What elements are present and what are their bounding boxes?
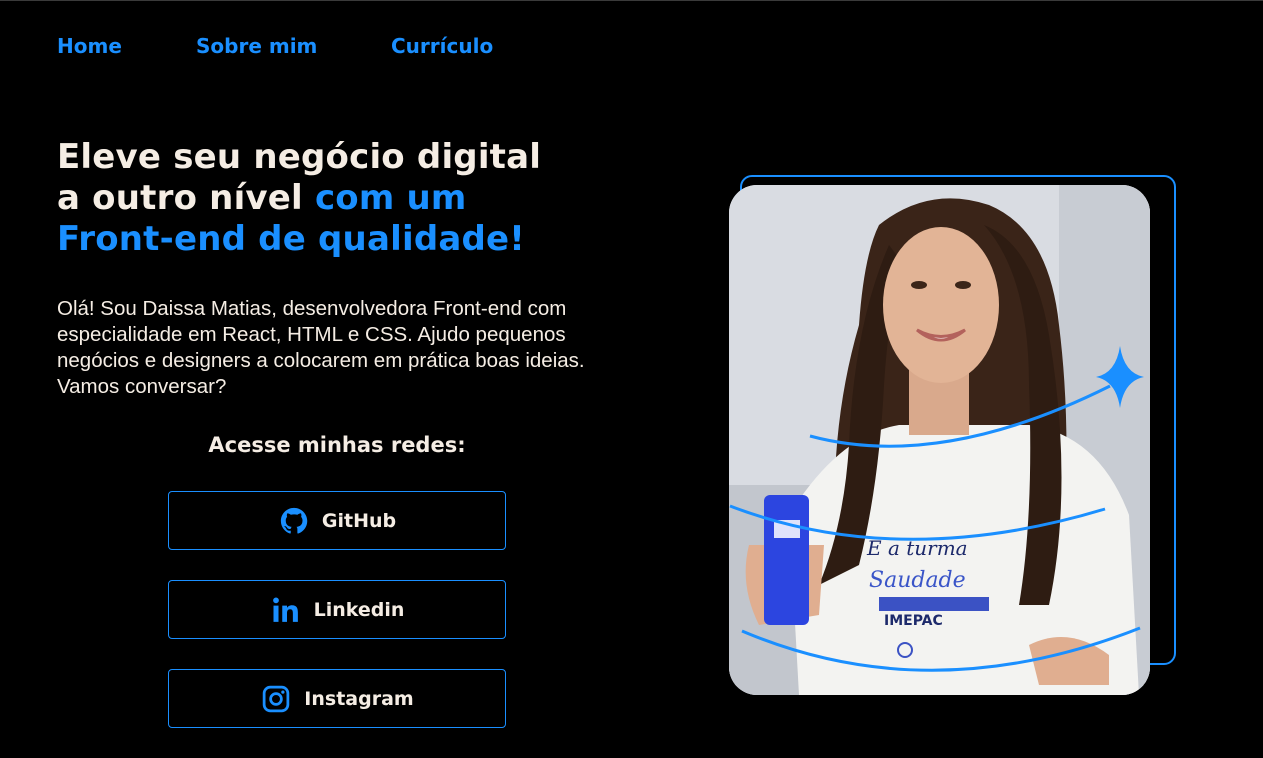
github-label: GitHub: [321, 509, 397, 532]
svg-text:Saudade: Saudade: [869, 568, 966, 593]
instagram-button[interactable]: Instagram: [168, 669, 506, 728]
headline-line-1: Eleve seu negócio digital: [57, 137, 542, 177]
instagram-icon: [260, 683, 292, 715]
svg-text:E a turma: E a turma: [866, 536, 968, 560]
social-title: Acesse minhas redes:: [208, 433, 466, 457]
headline-line-2-plain: a outro nível: [57, 178, 315, 218]
intro-text: Olá! Sou Daissa Matias, desenvolvedora F…: [57, 297, 585, 398]
nav-resume-link[interactable]: Currículo: [391, 34, 493, 58]
headline-line-2-accent: com um: [314, 178, 467, 218]
github-button[interactable]: GitHub: [168, 491, 506, 550]
linkedin-icon: [270, 594, 302, 626]
github-icon: [278, 505, 310, 537]
headline-line-3-accent: Front-end de qualidade!: [57, 219, 525, 259]
nav-home-link[interactable]: Home: [57, 34, 196, 58]
linkedin-button[interactable]: Linkedin: [168, 580, 506, 639]
instagram-label: Instagram: [304, 687, 414, 710]
nav-about-link[interactable]: Sobre mim: [196, 34, 391, 58]
main-nav: Home Sobre mim Currículo: [57, 34, 493, 58]
profile-photo: E a turma Saudade IMEPAC: [729, 185, 1150, 695]
svg-text:IMEPAC: IMEPAC: [884, 613, 943, 629]
hero-headline: Eleve seu negócio digital a outro nível c…: [57, 137, 617, 260]
linkedin-label: Linkedin: [313, 598, 405, 621]
